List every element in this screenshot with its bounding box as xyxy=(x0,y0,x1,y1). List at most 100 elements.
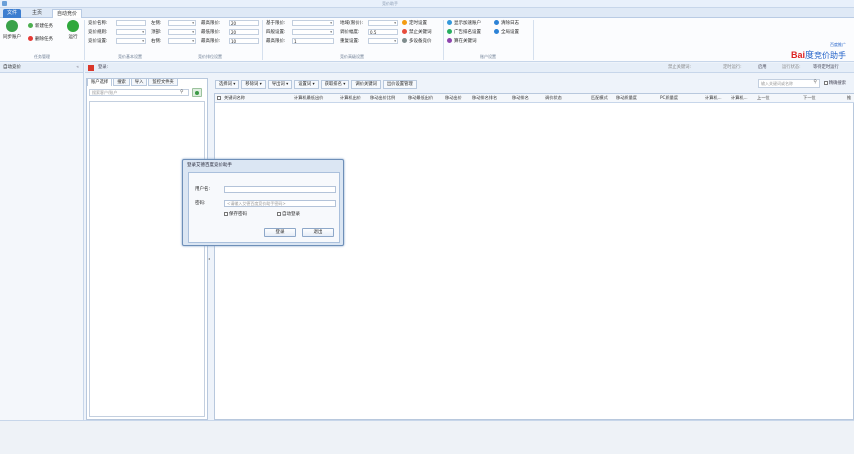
delete-task-button[interactable]: 删除任务 xyxy=(28,36,53,43)
get-rank-button[interactable]: 获取排名 ▾ xyxy=(320,80,350,89)
collapse-icon[interactable]: « xyxy=(76,63,79,73)
tab-monitor-folder[interactable]: 监控文件夹 xyxy=(148,78,178,86)
group-advanced-label: 竞价高级设置 xyxy=(340,54,364,59)
select-words-button[interactable]: 选择词 ▾ xyxy=(215,80,240,89)
tab-auto-bid[interactable]: 自动竞价 xyxy=(52,9,83,18)
password-label: 密码: xyxy=(195,201,206,206)
col-mobile-quality[interactable]: 移动质量度 xyxy=(616,95,637,101)
col-mobile-min-bid[interactable]: 移动最低出价 xyxy=(408,95,433,101)
min-bid-input[interactable]: 20 xyxy=(229,29,259,35)
base-price-select[interactable]: ▾ xyxy=(292,20,334,26)
bid-setting-manage-button[interactable]: 出价设置管理 xyxy=(382,80,417,89)
bid-setting-label: 竞价设置: xyxy=(88,39,108,44)
col-prev[interactable]: 上一位 xyxy=(757,95,770,101)
dialog-body: 用户名: 密码: <请输入艾德百度竞价助手密码> 保存密码 自动登录 登录 退出 xyxy=(188,172,340,243)
clear-log-button[interactable]: 清除日志 xyxy=(494,20,519,27)
grid-header: 关键词名称 计算机最低出价 计算机出价 移动出价比例 移动最低出价 移动出价 移… xyxy=(215,94,854,103)
col-more[interactable]: 推 xyxy=(847,95,851,101)
run-button[interactable]: 运行 xyxy=(62,20,84,40)
tab-import[interactable]: 导入 xyxy=(130,78,148,86)
show-new-account-button[interactable]: 显示加速账户 xyxy=(447,20,481,27)
divider xyxy=(84,20,85,60)
multi-bid-button[interactable]: 多设备竞价 xyxy=(402,38,432,45)
app-icon xyxy=(2,1,7,6)
run-status-value: 等待定时运行 xyxy=(813,65,839,70)
disable-keyword-button[interactable]: 禁止关键词 xyxy=(402,29,432,36)
set-words-button[interactable]: 设置词 ▾ xyxy=(294,80,319,89)
sync-icon xyxy=(6,20,18,32)
adjust-stepper[interactable]: 0.5 xyxy=(368,29,398,35)
username-field[interactable] xyxy=(224,186,336,193)
col-pc-min-bid[interactable]: 计算机最低出价 xyxy=(294,95,323,101)
account-tree[interactable] xyxy=(89,101,205,417)
max-bid-2-input[interactable]: 10 xyxy=(229,38,259,44)
top-select[interactable]: ▾ xyxy=(168,29,196,35)
col-next[interactable]: 下一位 xyxy=(803,95,816,101)
import-keyword-button[interactable]: 算在关键词 xyxy=(447,38,477,45)
timer-button[interactable]: 定时设置 xyxy=(402,20,427,27)
auto-login-checkbox[interactable]: 自动登录 xyxy=(277,211,300,218)
max-bid-input[interactable]: 20 xyxy=(229,20,259,26)
checkbox-icon xyxy=(277,211,281,216)
select-all-checkbox[interactable] xyxy=(217,95,222,100)
exact-search-checkbox[interactable]: 精确搜索 xyxy=(823,80,846,86)
left-select[interactable]: ▾ xyxy=(168,20,196,26)
account-panel: 账户选择 搜索 导入 监控文件夹 搜索客户/账户 ⚲ xyxy=(86,78,208,420)
bid-name-input[interactable] xyxy=(116,20,146,26)
login-label: 登录: xyxy=(98,65,109,70)
right-select[interactable]: ▾ xyxy=(168,38,196,44)
col-match-mode[interactable]: 匹配模式 xyxy=(591,95,608,101)
new-task-button[interactable]: 新建任务 xyxy=(28,23,53,30)
tab-home[interactable]: 主页 xyxy=(28,9,46,18)
col-mobile-rank-target[interactable]: 移动排名排名 xyxy=(472,95,497,101)
global-setting-button[interactable]: 全局设置 xyxy=(494,29,519,36)
col-pc-quality[interactable]: PC质量度 xyxy=(660,95,678,101)
advertiser-setting-button[interactable]: 广告排名设置 xyxy=(447,29,481,36)
search-icon[interactable]: ⚲ xyxy=(180,89,184,95)
max-price-input[interactable]: 1 xyxy=(292,38,334,44)
tab-file[interactable]: 文件 xyxy=(3,9,22,18)
password-field[interactable]: <请输入艾德百度竞价助手密码> xyxy=(224,200,336,207)
timer-run-label: 定时运行: xyxy=(723,65,742,70)
login-button[interactable]: 登录 xyxy=(264,228,296,237)
top-label: 顶部: xyxy=(151,30,162,35)
sync-account-button[interactable]: 同步账户 xyxy=(1,20,23,40)
exit-button[interactable]: 退出 xyxy=(302,228,334,237)
login-dialog: 登录艾德百度竞价助手 用户名: 密码: <请输入艾德百度竞价助手密码> 保存密码… xyxy=(182,159,344,246)
stop-icon[interactable] xyxy=(88,65,94,71)
col-keyword[interactable]: 关键词名称 xyxy=(224,95,245,101)
col-pc-bid[interactable]: 计算机出价 xyxy=(340,95,361,101)
clear-icon xyxy=(494,20,499,25)
user-icon xyxy=(447,20,452,25)
col-mobile-bid[interactable]: 移动出价 xyxy=(445,95,462,101)
ribbon: 同步账户 新建任务 删除任务 运行 任务管理 竞价名称: 竞价规则: ▾ 竞价设… xyxy=(0,18,854,62)
import-icon xyxy=(447,38,452,43)
left-panel-header: 自动竞价 « xyxy=(0,63,83,73)
col-pc-1[interactable]: 计算机... xyxy=(705,95,722,101)
col-mobile-ratio[interactable]: 移动出价比例 xyxy=(370,95,395,101)
refresh-button[interactable] xyxy=(192,88,202,97)
region-select[interactable]: ▾ xyxy=(368,20,398,26)
col-bid-status[interactable]: 调价状态 xyxy=(545,95,562,101)
account-search-input[interactable]: 搜索客户/账户 xyxy=(89,89,189,96)
max-bid-label: 最高限价: xyxy=(201,21,221,26)
export-words-button[interactable]: 导出词 ▾ xyxy=(267,80,293,89)
tab-account-select[interactable]: 账户选择 xyxy=(87,78,113,86)
bid-setting-select[interactable]: ▾ xyxy=(116,38,146,44)
repeat-select[interactable]: ▾ xyxy=(368,38,398,44)
strategy-select[interactable]: ▾ xyxy=(292,29,334,35)
bid-rule-select[interactable]: ▾ xyxy=(116,29,146,35)
remove-words-button[interactable]: 移除词 ▾ xyxy=(241,80,266,89)
col-pc-2[interactable]: 计算机... xyxy=(731,95,748,101)
adjust-keyword-button[interactable]: 调价关键词 xyxy=(351,80,381,89)
group-account-label: 账户设置 xyxy=(480,54,496,59)
tab-search[interactable]: 搜索 xyxy=(113,78,130,86)
panel-splitter[interactable]: ◂ xyxy=(208,78,213,420)
filter-search-icon[interactable]: ⚲ xyxy=(813,79,817,85)
remember-password-checkbox[interactable]: 保存密码 xyxy=(224,211,247,218)
delete-icon xyxy=(28,36,33,41)
col-mobile-rank[interactable]: 移动排名 xyxy=(512,95,529,101)
keyword-filter-input[interactable]: 输入关键词或名称 xyxy=(758,79,820,88)
account-subtabs: 账户选择 搜索 导入 监控文件夹 xyxy=(87,78,179,86)
window-title: 竞价助手 xyxy=(382,1,398,6)
